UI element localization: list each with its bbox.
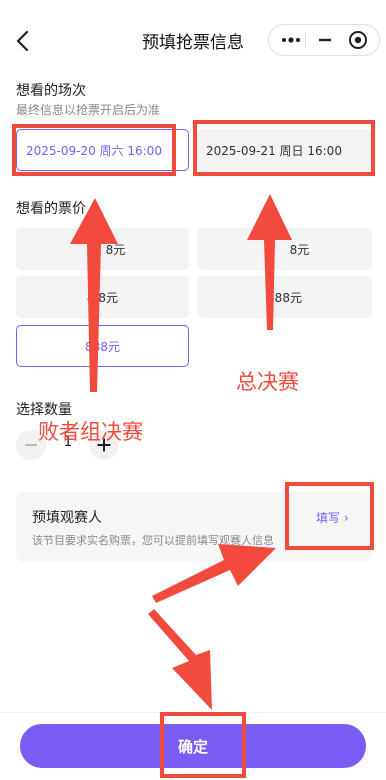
spectator-card: 预填观赛人 该节目要求实名购票，您可以提前填写观赛人信息 填写 › [16, 492, 372, 562]
close-button[interactable] [344, 24, 372, 56]
price-title: 想看的票价 [16, 201, 86, 217]
more-button[interactable] [278, 24, 304, 56]
spectator-title: 预填观赛人 [32, 510, 102, 526]
price-option-label: 8元 [289, 242, 310, 257]
capsule-divider [305, 32, 306, 48]
session-option-label: 2025-09-20 周六 16:00 [26, 143, 162, 158]
session-option-0921[interactable]: 2025-09-21 周日 16:00 [197, 129, 372, 171]
session-option-label: 2025-09-21 周日 16:00 [206, 143, 342, 158]
price-option[interactable]: 688元 [197, 276, 372, 318]
fill-spectator-link[interactable]: 填写 › [316, 509, 349, 526]
spectator-description: 该节目要求实名购票，您可以提前填写观赛人信息 [32, 534, 274, 547]
minimize-button[interactable] [312, 24, 338, 56]
session-title: 想看的场次 [16, 83, 86, 99]
price-option[interactable]: 8元 [197, 228, 372, 270]
confirm-button[interactable]: 确定 [20, 724, 366, 768]
more-dots-icon [282, 37, 300, 43]
arrow-down-right-icon [148, 609, 212, 710]
price-option-label: 8元 [105, 242, 126, 257]
annotation-grand-final: 总决赛 [236, 370, 299, 394]
session-option-0920[interactable]: 2025-09-20 周六 16:00 [16, 129, 189, 171]
close-target-icon [349, 31, 367, 49]
price-option-label: 688元 [267, 290, 302, 305]
session-subtitle: 最终信息以抢票开启后为准 [16, 103, 161, 117]
price-option[interactable]: 8元 [16, 228, 189, 270]
minimize-icon [319, 38, 331, 42]
price-option-label: 888元 [85, 339, 120, 354]
price-option-888[interactable]: 888元 [16, 325, 189, 367]
price-option[interactable]: 4 8元 [16, 276, 189, 318]
annotation-losers-final: 败者组决赛 [38, 420, 143, 444]
confirm-label: 确定 [177, 737, 208, 756]
price-option-label: 4 8元 [86, 290, 119, 305]
